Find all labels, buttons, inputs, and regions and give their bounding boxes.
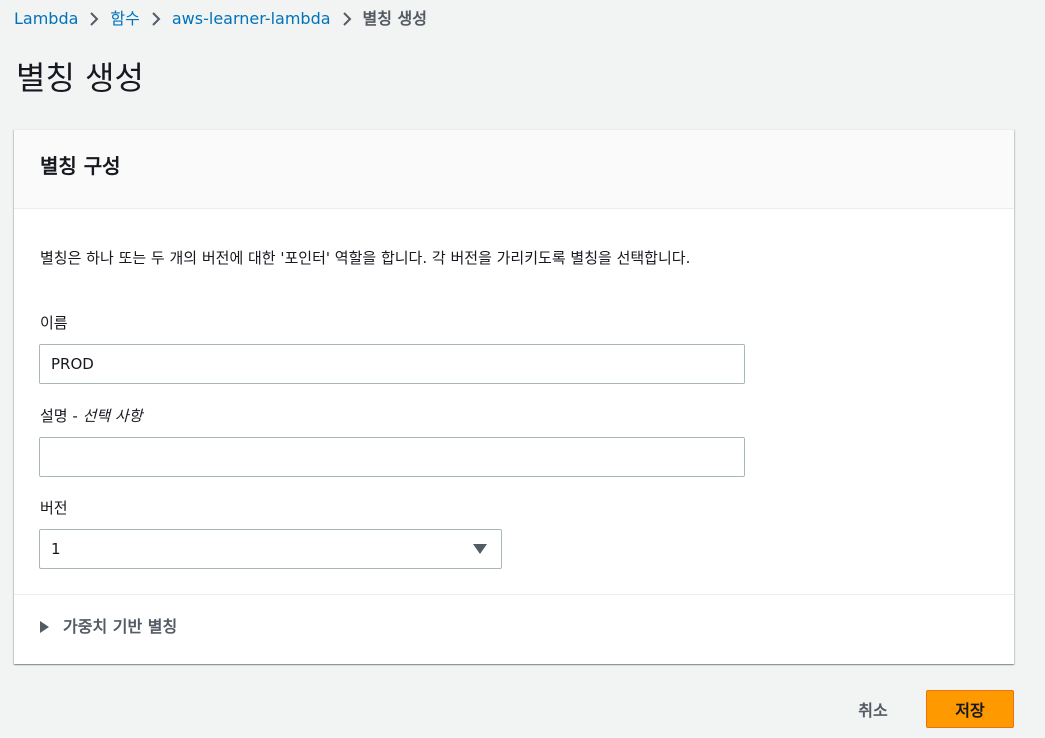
weighted-alias-label: 가중치 기반 별칭 <box>63 617 178 636</box>
description-label-text: 설명 - <box>40 407 83 425</box>
breadcrumb-function-name[interactable]: aws-learner-lambda <box>172 8 331 30</box>
caret-down-icon <box>473 544 487 554</box>
version-select[interactable]: 1 <box>39 529 502 569</box>
panel-description: 별칭은 하나 또는 두 개의 버전에 대한 '포인터' 역할을 합니다. 각 버… <box>40 249 691 267</box>
chevron-right-icon <box>146 8 166 30</box>
save-button[interactable]: 저장 <box>926 690 1014 728</box>
alias-config-panel: 별칭 구성 별칭은 하나 또는 두 개의 버전에 대한 '포인터' 역할을 합니… <box>14 129 1014 664</box>
version-select-value: 1 <box>51 540 61 558</box>
weighted-alias-expander[interactable]: 가중치 기반 별칭 <box>40 616 177 638</box>
breadcrumb: Lambda 함수 aws-learner-lambda 별칭 생성 <box>14 8 427 30</box>
page-title: 별칭 생성 <box>16 59 144 97</box>
breadcrumb-functions[interactable]: 함수 <box>110 8 139 30</box>
panel-header: 별칭 구성 <box>14 130 1014 209</box>
description-label: 설명 - 선택 사항 <box>40 405 143 427</box>
description-input[interactable] <box>39 437 745 477</box>
chevron-right-icon <box>337 8 357 30</box>
caret-right-icon <box>40 621 49 633</box>
cancel-button[interactable]: 취소 <box>838 690 908 728</box>
breadcrumb-current: 별칭 생성 <box>362 9 427 28</box>
breadcrumb-lambda[interactable]: Lambda <box>14 8 78 30</box>
description-optional-text: 선택 사항 <box>82 407 143 425</box>
panel-body: 별칭은 하나 또는 두 개의 버전에 대한 '포인터' 역할을 합니다. 각 버… <box>14 209 1014 595</box>
version-label: 버전 <box>40 499 68 517</box>
name-input[interactable] <box>39 344 745 384</box>
name-label: 이름 <box>40 314 68 332</box>
chevron-right-icon <box>84 8 104 30</box>
panel-title: 별칭 구성 <box>40 154 121 178</box>
